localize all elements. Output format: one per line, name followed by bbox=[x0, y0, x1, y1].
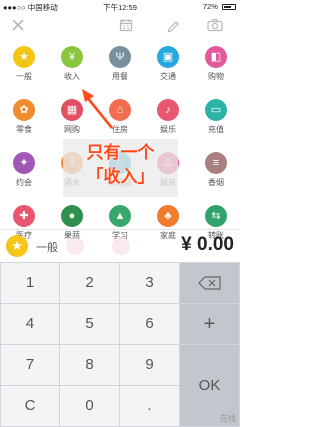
backspace-key[interactable] bbox=[180, 263, 239, 303]
annotation-line-1: 只有一个 bbox=[86, 143, 155, 162]
key-0[interactable]: 0 bbox=[60, 386, 119, 426]
key-8[interactable]: 8 bbox=[60, 345, 119, 385]
key-7[interactable]: 7 bbox=[1, 345, 59, 385]
amount-display: ¥ 0.00 bbox=[181, 234, 234, 255]
faded-category-icon bbox=[66, 237, 84, 255]
key-6[interactable]: 6 bbox=[120, 304, 179, 344]
decimal-key[interactable]: . bbox=[120, 386, 179, 426]
numeric-keypad: 1 2 3 4 5 6 + 7 8 9 OK C 0 . 在线 bbox=[0, 262, 240, 427]
backspace-icon bbox=[197, 276, 221, 290]
annotation-text: 只有一个 「收入」 bbox=[63, 141, 178, 189]
plus-key[interactable]: + bbox=[180, 304, 239, 344]
key-5[interactable]: 5 bbox=[60, 304, 119, 344]
amount-bar: ★ 一般 ¥ 0.00 bbox=[0, 229, 240, 261]
key-4[interactable]: 4 bbox=[1, 304, 59, 344]
key-9[interactable]: 9 bbox=[120, 345, 179, 385]
key-1[interactable]: 1 bbox=[1, 263, 59, 303]
annotation-line-2: 「收入」 bbox=[86, 167, 155, 186]
selected-category-label: 一般 bbox=[36, 242, 58, 254]
faded-category-icon bbox=[112, 237, 130, 255]
star-icon[interactable]: ★ bbox=[6, 235, 28, 257]
key-3[interactable]: 3 bbox=[120, 263, 179, 303]
watermark: 在线 bbox=[220, 414, 236, 423]
key-2[interactable]: 2 bbox=[60, 263, 119, 303]
clear-key[interactable]: C bbox=[1, 386, 59, 426]
